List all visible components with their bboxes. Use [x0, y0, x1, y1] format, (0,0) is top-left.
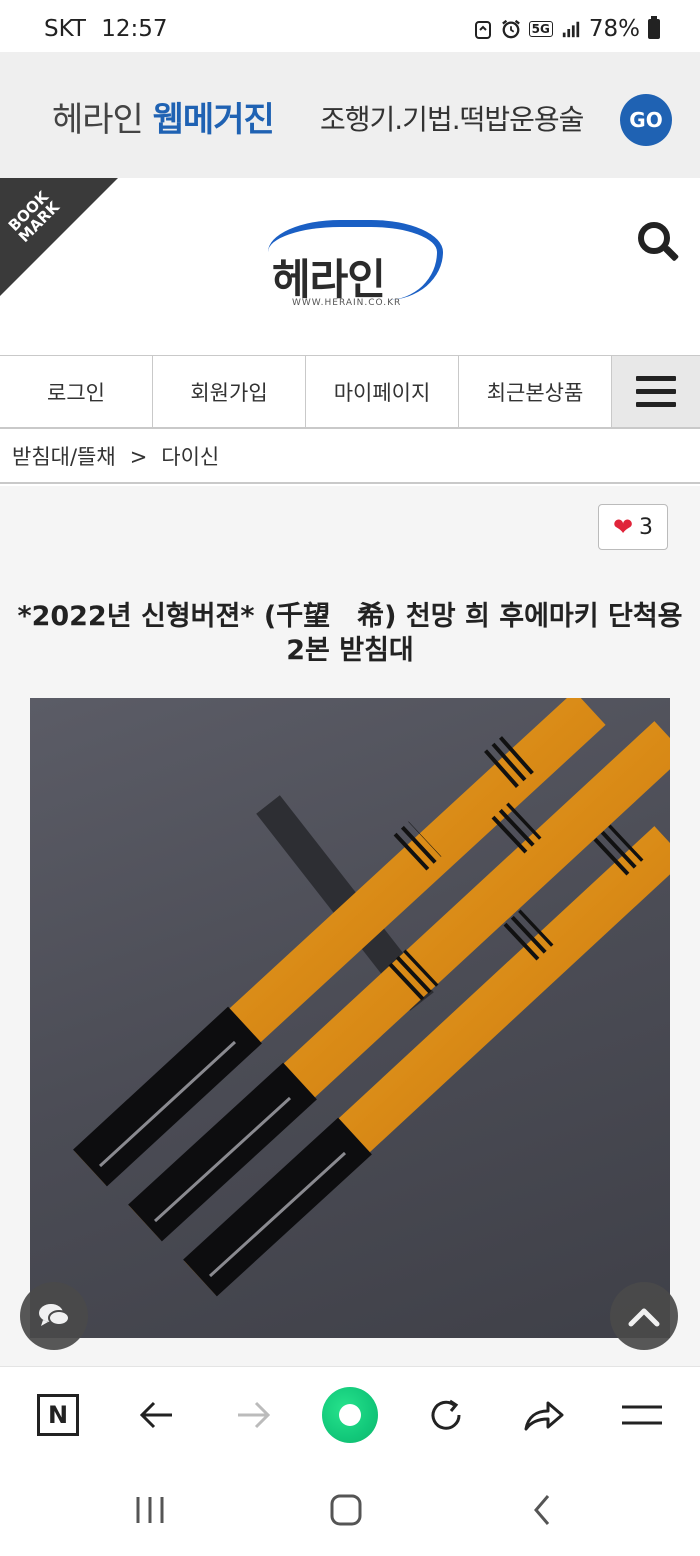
share-button[interactable] [516, 1387, 572, 1443]
forward-button[interactable] [226, 1387, 282, 1443]
battery-icon [648, 16, 660, 39]
product-title: *2022년 신형버젼* (千望 希) 천망 희 후에마키 단척용 2본 받침대 [17, 601, 683, 666]
product-detail: ❤ 3 *2022년 신형버젼* (千望 希) 천망 희 후에마키 단척용 2본… [0, 486, 700, 1366]
hamburger-icon[interactable] [612, 356, 700, 427]
chat-button[interactable] [20, 1282, 88, 1350]
arrow-left-icon [139, 1401, 172, 1429]
hamburger-line [636, 376, 676, 381]
back-chevron-icon [534, 1495, 550, 1525]
heart-icon: ❤ [612, 513, 634, 541]
like-button[interactable]: ❤ 3 [598, 504, 668, 550]
alarm-icon [501, 19, 520, 39]
search-icon-handle [662, 245, 680, 262]
banner-brand-bold: 웹메거진 [152, 100, 275, 140]
network-type: 5G [528, 21, 553, 37]
recent-apps-button[interactable] [130, 1490, 170, 1530]
logo-url: WWW.HERAIN.CO.KR [292, 298, 402, 308]
share-icon [524, 1401, 564, 1431]
green-dot-icon [322, 1387, 378, 1443]
browser-menu-button[interactable] [614, 1387, 670, 1443]
naver-icon: N [37, 1394, 79, 1436]
clock: 12:57 [101, 16, 168, 42]
back-button[interactable] [128, 1387, 184, 1443]
system-home-button[interactable] [326, 1490, 366, 1530]
site-header: BOOK MARK 헤라인 WWW.HERAIN.CO.KR [0, 178, 700, 356]
breadcrumb: 받침대/뜰채 > 다이신 [0, 429, 700, 484]
reload-button[interactable] [418, 1387, 474, 1443]
rod-3 [183, 824, 670, 1297]
hamburger-line [636, 402, 676, 407]
arrow-right-icon [238, 1401, 271, 1429]
signal-icon [562, 21, 580, 38]
product-photo[interactable] [30, 698, 670, 1338]
reload-icon [431, 1399, 461, 1430]
banner-brand-plain: 헤라인 [52, 100, 144, 140]
menu-icon [622, 1405, 662, 1425]
breadcrumb-category[interactable]: 받침대/뜰채 [12, 445, 116, 469]
nav-signup[interactable]: 회원가입 [153, 356, 306, 427]
hamburger-line [636, 389, 676, 394]
rod-1 [73, 698, 606, 1187]
banner-tagline: 조행기.기법.떡밥운용술 [320, 103, 584, 136]
status-left: SKT 12:57 [44, 16, 168, 42]
browser-toolbar: N [0, 1366, 700, 1462]
naver-button[interactable]: N [30, 1387, 86, 1443]
battery-percent: 78% [588, 16, 640, 42]
nav-mypage[interactable]: 마이페이지 [306, 356, 459, 427]
nav-login[interactable]: 로그인 [0, 356, 153, 427]
banner-brand: 헤라인 웹메거진 [52, 92, 275, 141]
status-bar: SKT 12:57 5G 78% [0, 0, 700, 58]
scroll-top-button[interactable] [610, 1282, 678, 1350]
breadcrumb-separator: > [129, 445, 148, 469]
carrier-name: SKT [44, 16, 86, 42]
recycle-icon [474, 21, 491, 39]
status-right: 5G 78% [473, 16, 660, 42]
banner-go-button[interactable]: GO [620, 94, 672, 146]
system-nav-bar [0, 1462, 700, 1556]
browser-home-button[interactable] [322, 1387, 378, 1443]
site-logo[interactable]: 헤라인 WWW.HERAIN.CO.KR [268, 220, 443, 312]
chevron-up-icon [628, 1308, 660, 1327]
breadcrumb-current[interactable]: 다이신 [161, 445, 219, 469]
home-icon [330, 1494, 362, 1526]
top-nav: 로그인 회원가입 마이페이지 최근본상품 [0, 355, 700, 429]
nav-recent-products[interactable]: 최근본상품 [459, 356, 612, 427]
system-back-button[interactable] [522, 1490, 562, 1530]
bookmark-ribbon[interactable]: BOOK MARK [0, 178, 118, 296]
like-count: 3 [639, 514, 654, 540]
fishing-rod-image [73, 698, 670, 1297]
chat-icon [39, 1304, 70, 1326]
search-icon[interactable] [636, 220, 680, 264]
recent-apps-icon [136, 1497, 164, 1523]
webzine-banner[interactable]: 헤라인 웹메거진 조행기.기법.떡밥운용술 GO [0, 52, 700, 178]
rod-2 [128, 721, 670, 1242]
